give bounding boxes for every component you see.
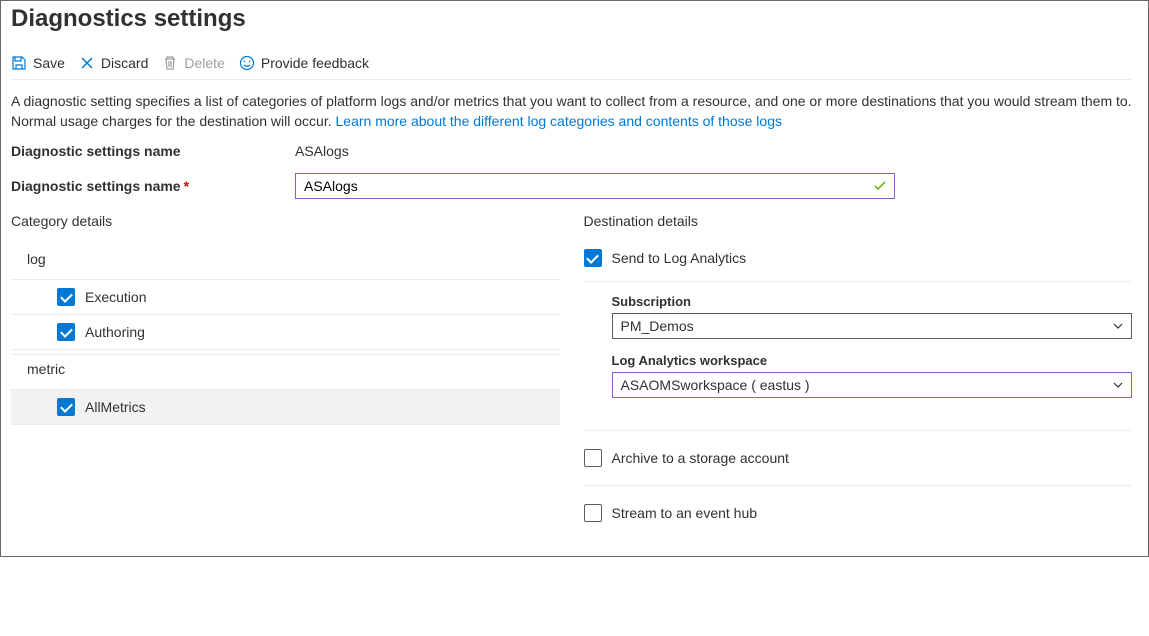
category-details-header: Category details — [11, 213, 560, 229]
feedback-button[interactable]: Provide feedback — [239, 55, 369, 71]
checkbox-allmetrics[interactable] — [57, 398, 75, 416]
checkbox-stream[interactable] — [584, 504, 602, 522]
settings-name-value-static: ASAlogs — [295, 143, 349, 159]
settings-name-label-static: Diagnostic settings name — [11, 143, 295, 159]
discard-label: Discard — [101, 55, 148, 71]
category-item-execution[interactable]: Execution — [11, 279, 560, 314]
destination-archive[interactable]: Archive to a storage account — [584, 445, 1133, 471]
destination-label: Send to Log Analytics — [612, 250, 747, 266]
settings-name-label-text: Diagnostic settings name — [11, 178, 181, 194]
send-la-sub-settings: Subscription PM_Demos Log Analytics work… — [584, 281, 1133, 398]
subscription-select[interactable]: PM_Demos — [612, 313, 1132, 339]
category-item-allmetrics[interactable]: AllMetrics — [11, 389, 560, 425]
destination-details-column: Destination details Send to Log Analytic… — [584, 213, 1133, 540]
workspace-select[interactable]: ASAOMSworkspace ( eastus ) — [612, 372, 1132, 398]
category-item-label: Execution — [85, 289, 146, 305]
save-button[interactable]: Save — [11, 55, 65, 71]
toolbar: Save Discard Delete Provide feedback — [11, 51, 1132, 80]
checkbox-send-la[interactable] — [584, 249, 602, 267]
subscription-value: PM_Demos — [621, 318, 694, 334]
group-label-log: log — [11, 245, 560, 273]
checkmark-icon — [873, 179, 887, 193]
checkbox-execution[interactable] — [57, 288, 75, 306]
workspace-value: ASAOMSworkspace ( eastus ) — [621, 377, 810, 393]
required-asterisk: * — [184, 178, 189, 194]
destination-label: Archive to a storage account — [612, 450, 789, 466]
subscription-label: Subscription — [612, 294, 1133, 309]
destination-details-header: Destination details — [584, 213, 1133, 229]
description-text: A diagnostic setting specifies a list of… — [11, 92, 1132, 131]
settings-name-label-input: Diagnostic settings name* — [11, 178, 295, 194]
delete-button: Delete — [162, 55, 224, 71]
destination-send-la[interactable]: Send to Log Analytics — [584, 245, 1133, 271]
feedback-label: Provide feedback — [261, 55, 369, 71]
group-label-metric: metric — [11, 354, 560, 383]
save-icon — [11, 55, 27, 71]
destination-label: Stream to an event hub — [612, 505, 758, 521]
discard-button[interactable]: Discard — [79, 55, 148, 71]
category-details-column: Category details log Execution Authoring… — [11, 213, 560, 540]
category-item-authoring[interactable]: Authoring — [11, 314, 560, 350]
delete-label: Delete — [184, 55, 224, 71]
workspace-label: Log Analytics workspace — [612, 353, 1133, 368]
smiley-icon — [239, 55, 255, 71]
learn-more-link[interactable]: Learn more about the different log categ… — [336, 113, 782, 129]
settings-name-input[interactable] — [295, 173, 895, 199]
checkbox-archive[interactable] — [584, 449, 602, 467]
save-label: Save — [33, 55, 65, 71]
checkbox-authoring[interactable] — [57, 323, 75, 341]
page-title: Diagnostics settings — [11, 5, 1132, 33]
trash-icon — [162, 55, 178, 71]
category-item-label: AllMetrics — [85, 399, 146, 415]
x-icon — [79, 55, 95, 71]
category-item-label: Authoring — [85, 324, 145, 340]
destination-stream[interactable]: Stream to an event hub — [584, 500, 1133, 526]
